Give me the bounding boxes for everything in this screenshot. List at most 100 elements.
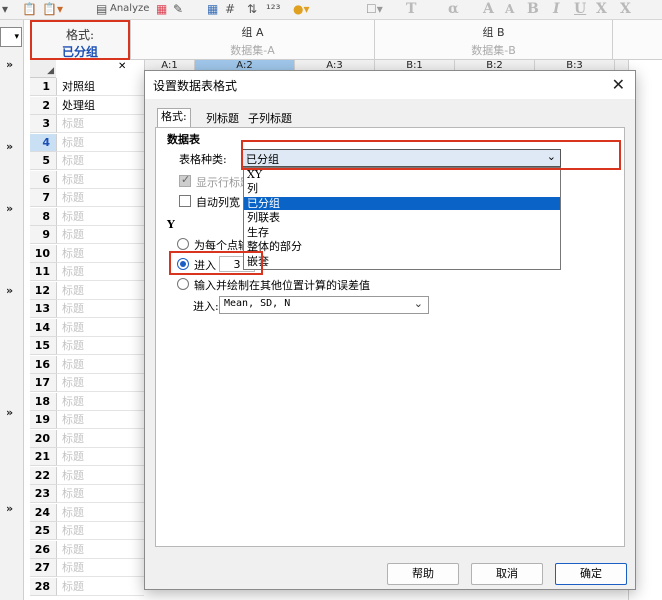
row-title-cell[interactable]: 标题 [56,115,144,133]
row-number[interactable]: 5 [30,152,56,170]
italic-icon[interactable]: I [553,2,560,16]
row-number[interactable]: 17 [30,374,56,392]
option-grouped[interactable]: 已分组 [244,197,560,210]
row-title-cell[interactable]: 处理组 [56,96,144,115]
format-header-cell[interactable]: 格式: 已分组 [30,20,130,60]
wand-icon[interactable]: ✎ [173,2,183,16]
underline-icon[interactable]: U [574,2,586,16]
row-title-cell[interactable]: 标题 [56,559,144,577]
row-number[interactable]: 25 [30,522,56,540]
option-contingency[interactable]: 列联表 [244,211,560,224]
row-number[interactable]: 15 [30,337,56,355]
row-number[interactable]: 21 [30,448,56,466]
row-number[interactable]: 26 [30,540,56,559]
row-title-cell[interactable]: 标题 [56,133,144,152]
row-number[interactable]: 3 [30,115,56,133]
expand-chevron-icon[interactable]: » [6,58,13,71]
row-title-cell[interactable]: 标题 [56,577,144,596]
row-number[interactable]: 12 [30,281,56,300]
tab-column-titles[interactable]: 列标题 [203,111,242,127]
row-number[interactable]: 9 [30,226,56,244]
row-number[interactable]: 28 [30,577,56,596]
row-title-cell[interactable]: 标题 [56,337,144,355]
analyze-button[interactable]: Analyze [110,2,149,16]
expand-chevron-icon[interactable]: » [6,202,13,215]
row-title-cell[interactable]: 标题 [56,448,144,466]
dropdown-arrow-icon[interactable]: ▾ [2,2,8,16]
color-icon[interactable]: ●▾ [293,2,310,16]
paste-icon[interactable]: 📋 [22,2,37,16]
row-number[interactable]: 7 [30,189,56,207]
cancel-button[interactable]: 取消 [471,563,543,585]
row-number[interactable]: 20 [30,429,56,448]
row-title-cell[interactable]: 标题 [56,392,144,411]
row-number[interactable]: 18 [30,392,56,411]
option-nested[interactable]: 嵌套 [244,255,560,268]
text-icon[interactable]: T [406,2,416,16]
tab-subcolumn-titles[interactable]: 子列标题 [245,111,295,127]
table-icon[interactable]: ▦ [156,2,167,16]
row-number[interactable]: 14 [30,318,56,337]
row-number[interactable]: 4 [30,133,56,152]
row-title-cell[interactable]: 标题 [56,152,144,170]
row-number[interactable]: 19 [30,411,56,429]
row-number[interactable]: 27 [30,559,56,577]
font-shrink-icon[interactable]: A [505,2,514,16]
row-title-cell[interactable]: 标题 [56,170,144,189]
expand-chevron-icon[interactable]: » [6,406,13,419]
ok-button[interactable]: 确定 [555,563,627,585]
group-c-header[interactable] [612,20,662,60]
row-title-cell[interactable]: 对照组 [56,78,144,96]
row-title-cell[interactable]: 标题 [56,281,144,300]
row-number[interactable]: 8 [30,207,56,226]
number-format-icon[interactable]: ¹²³ [266,2,280,16]
row-number[interactable]: 13 [30,300,56,318]
analyze-icon[interactable]: ▤ [96,2,107,16]
row-title-cell[interactable]: 标题 [56,300,144,318]
row-title-cell[interactable]: 标题 [56,466,144,485]
row-number[interactable]: 10 [30,244,56,263]
option-column[interactable]: 列 [244,182,560,195]
show-row-titles-checkbox[interactable] [179,173,191,187]
clipboard-icon[interactable]: 📋▾ [42,2,63,16]
help-button[interactable]: 帮助 [387,563,459,585]
row-title-cell[interactable]: 标题 [56,411,144,429]
bold-icon[interactable]: B [527,2,539,16]
row-title-cell[interactable]: 标题 [56,429,144,448]
row-title-cell[interactable]: 标题 [56,244,144,263]
hash-icon[interactable]: # [225,2,235,16]
box-icon[interactable]: ☐▾ [366,2,383,16]
row-number[interactable]: 22 [30,466,56,485]
superscript-icon[interactable]: X [596,2,607,16]
auto-column-width-checkbox[interactable] [179,195,191,207]
group-a-header[interactable]: 组 A 数据集-A [130,20,374,60]
option-parts-of-whole[interactable]: 整体的部分 [244,240,560,253]
row-number[interactable]: 11 [30,263,56,281]
font-grow-icon[interactable]: A [483,2,494,16]
each-point-radio[interactable] [177,238,189,250]
table-type-dropdown-list[interactable]: XY 列 已分组 列联表 生存 整体的部分 嵌套 [243,167,561,270]
row-title-cell[interactable]: 标题 [56,207,144,226]
expand-chevron-icon[interactable]: » [6,502,13,515]
row-title-cell[interactable]: 标题 [56,374,144,392]
expand-chevron-icon[interactable]: » [6,284,13,297]
grid-icon[interactable]: ▦ [207,2,218,16]
close-icon[interactable]: ✕ [612,75,625,94]
row-title-cell[interactable]: 标题 [56,522,144,540]
group-b-header[interactable]: 组 B 数据集-B [374,20,612,60]
error-value-radio[interactable] [177,278,189,290]
tab-format[interactable]: 格式: [157,108,191,127]
error-format-select[interactable]: Mean, SD, N ⌄ [219,296,429,314]
row-number[interactable]: 16 [30,355,56,374]
expand-chevron-icon[interactable]: » [6,140,13,153]
row-number[interactable]: 6 [30,170,56,189]
row-title-cell[interactable]: 标题 [56,485,144,503]
option-survival[interactable]: 生存 [244,226,560,239]
row-title-cell[interactable]: 标题 [56,355,144,374]
row-title-cell[interactable]: 标题 [56,503,144,522]
row-title-cell[interactable]: 标题 [56,226,144,244]
subscript-icon[interactable]: X [620,2,631,16]
row-title-cell[interactable]: 标题 [56,263,144,281]
alpha-icon[interactable]: α [448,2,459,16]
sort-icon[interactable]: ⇅ [247,2,257,16]
